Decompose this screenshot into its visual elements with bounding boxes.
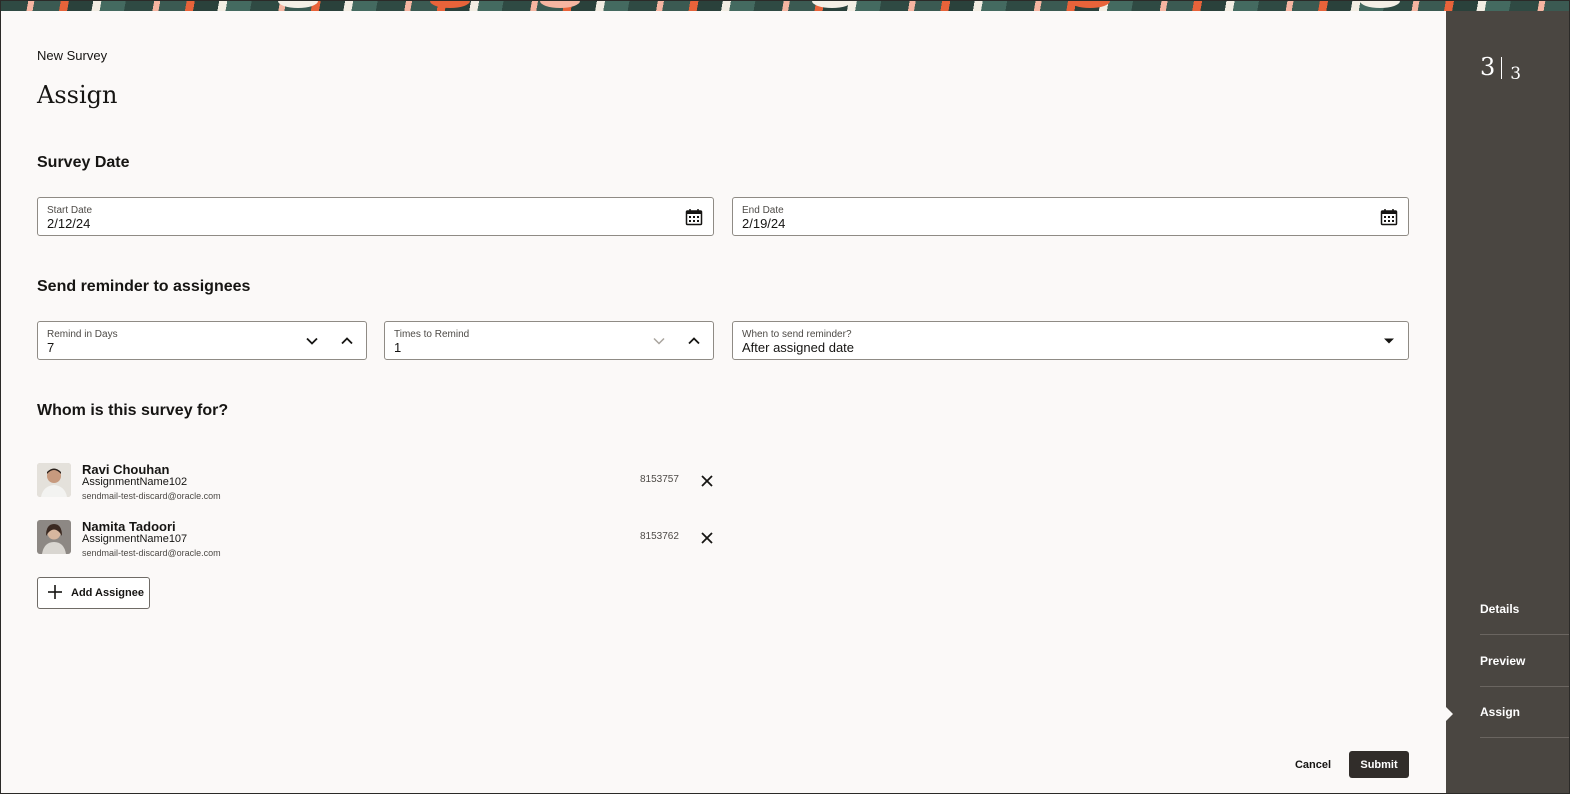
avatar (37, 463, 71, 497)
assignee-assignment: AssignmentName107 (82, 533, 188, 545)
add-assignee-label: Add Assignee (71, 587, 144, 599)
step-divider (1501, 57, 1503, 79)
caret-down-icon[interactable] (1378, 330, 1400, 352)
assignee-id: 8153762 (640, 531, 679, 542)
submit-button[interactable]: Submit (1349, 751, 1409, 778)
when-to-send-label: When to send reminder? (742, 329, 852, 340)
remind-in-days-value: 7 (47, 340, 55, 355)
assignee-name: Ravi Chouhan (82, 462, 170, 477)
nav-item-assign[interactable]: Assign (1480, 687, 1569, 738)
banner-shape (1360, 0, 1400, 8)
start-date-field[interactable]: Start Date 2/12/24 (37, 197, 714, 236)
reminder-heading: Send reminder to assignees (37, 278, 251, 295)
assignee-row: Namita Tadoori AssignmentName107 sendmai… (37, 519, 717, 568)
page-title: Assign (37, 81, 118, 109)
assignee-assignment: AssignmentName102 (82, 476, 188, 488)
times-to-remind-label: Times to Remind (394, 329, 470, 340)
remove-assignee-close-icon[interactable] (697, 528, 717, 548)
step-total: 3 (1510, 64, 1522, 84)
banner-shape (812, 0, 852, 8)
nav-item-details[interactable]: Details (1480, 584, 1569, 635)
cancel-button[interactable]: Cancel (1284, 752, 1342, 778)
banner-shape (540, 0, 580, 8)
assignees-heading: Whom is this survey for? (37, 402, 229, 419)
times-to-remind-value: 1 (394, 340, 402, 355)
chevron-down-icon[interactable] (648, 330, 670, 352)
main-panel: New Survey Assign Survey Date Start Date… (1, 11, 1446, 793)
breadcrumb: New Survey (37, 48, 108, 63)
when-to-send-select[interactable]: When to send reminder? After assigned da… (732, 321, 1409, 360)
remove-assignee-close-icon[interactable] (697, 471, 717, 491)
plus-icon (47, 584, 63, 603)
when-to-send-value: After assigned date (742, 340, 855, 355)
start-date-label: Start Date (47, 205, 93, 216)
nav-item-preview[interactable]: Preview (1480, 636, 1569, 687)
remind-in-days-label: Remind in Days (47, 329, 118, 340)
banner-shape (430, 0, 470, 8)
survey-date-heading: Survey Date (37, 154, 130, 171)
assignee-email: sendmail-test-discard@oracle.com (82, 548, 221, 558)
step-current: 3 (1480, 53, 1496, 81)
add-assignee-button[interactable]: Add Assignee (37, 577, 150, 609)
assignee-row: Ravi Chouhan AssignmentName102 sendmail-… (37, 462, 717, 511)
chevron-up-icon[interactable] (683, 330, 705, 352)
assignee-id: 8153757 (640, 474, 679, 485)
active-step-pointer (1445, 706, 1453, 722)
calendar-icon[interactable] (683, 206, 705, 228)
times-to-remind-stepper[interactable]: Times to Remind 1 (384, 321, 714, 360)
end-date-value: 2/19/24 (742, 216, 786, 231)
step-sidebar: 3 3 Details Preview Assign (1445, 11, 1569, 793)
start-date-value: 2/12/24 (47, 216, 91, 231)
remind-in-days-stepper[interactable]: Remind in Days 7 (37, 321, 367, 360)
assignee-email: sendmail-test-discard@oracle.com (82, 491, 221, 501)
banner-shape (278, 0, 318, 8)
end-date-label: End Date (742, 205, 784, 216)
calendar-icon[interactable] (1378, 206, 1400, 228)
chevron-down-icon[interactable] (301, 330, 323, 352)
end-date-field[interactable]: End Date 2/19/24 (732, 197, 1409, 236)
step-counter: 3 3 (1480, 53, 1521, 84)
avatar (37, 520, 71, 554)
assignee-name: Namita Tadoori (82, 519, 176, 534)
chevron-up-icon[interactable] (336, 330, 358, 352)
banner-shape (1070, 0, 1110, 8)
